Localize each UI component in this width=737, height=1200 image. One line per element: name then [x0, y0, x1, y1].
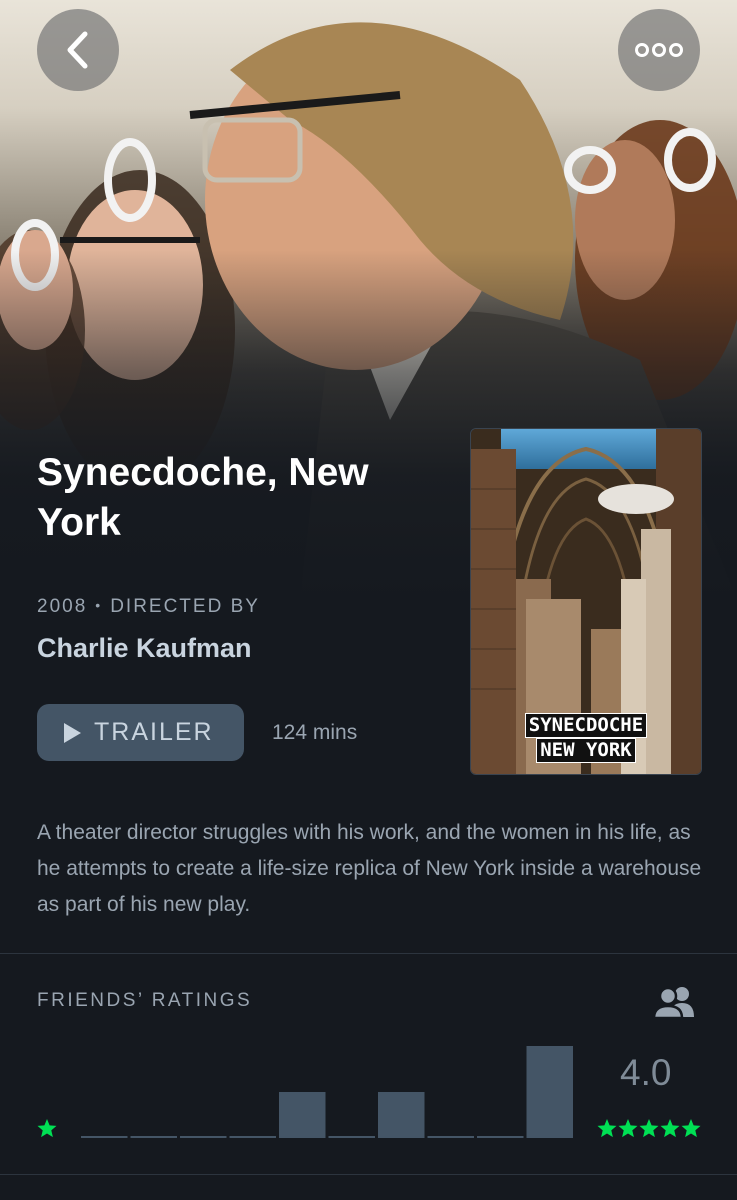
chevron-left-icon	[67, 31, 88, 69]
histogram-bar[interactable]	[180, 1136, 227, 1138]
divider	[0, 953, 737, 954]
star-icon	[37, 1119, 57, 1138]
histogram-bar[interactable]	[477, 1136, 524, 1138]
trailer-button[interactable]: TRAILER	[37, 704, 244, 761]
directed-by-label: DIRECTED BY	[110, 596, 260, 617]
more-horizontal-icon	[635, 43, 683, 57]
more-options-button[interactable]	[618, 9, 700, 91]
poster-title-line1: SYNECDOCHE	[524, 713, 648, 738]
play-icon	[64, 722, 81, 743]
histogram-bar[interactable]	[378, 1092, 425, 1138]
synopsis: A theater director struggles with his wo…	[37, 821, 702, 916]
histogram-bar[interactable]	[279, 1092, 326, 1138]
poster-title: SYNECDOCHE NEW YORK	[511, 713, 661, 763]
director-link[interactable]: Charlie Kaufman	[37, 633, 252, 664]
histogram-bar[interactable]	[130, 1136, 178, 1138]
poster-title-line2: NEW YORK	[536, 738, 636, 763]
histogram-bar[interactable]	[229, 1136, 277, 1138]
separator-dot: •	[95, 597, 103, 613]
trailer-label: TRAILER	[94, 718, 214, 746]
film-poster[interactable]: SYNECDOCHE NEW YORK	[470, 428, 702, 775]
average-rating: 4.0	[620, 1052, 672, 1093]
histogram-bar[interactable]	[526, 1046, 574, 1138]
histogram-bar[interactable]	[81, 1136, 128, 1138]
histogram-bar[interactable]	[427, 1136, 475, 1138]
back-button[interactable]	[37, 9, 119, 91]
friends-ratings-heading: FRIENDS’ RATINGS	[37, 990, 253, 1011]
divider	[0, 1174, 737, 1175]
histogram-bar[interactable]	[328, 1136, 376, 1138]
runtime: 124 mins	[272, 721, 358, 744]
five-stars-icon	[597, 1119, 701, 1138]
film-meta: 2008 • DIRECTED BY	[37, 596, 260, 618]
people-icon[interactable]	[652, 985, 698, 1024]
film-year[interactable]: 2008	[37, 596, 87, 617]
film-title: Synecdoche, New York	[37, 451, 369, 544]
